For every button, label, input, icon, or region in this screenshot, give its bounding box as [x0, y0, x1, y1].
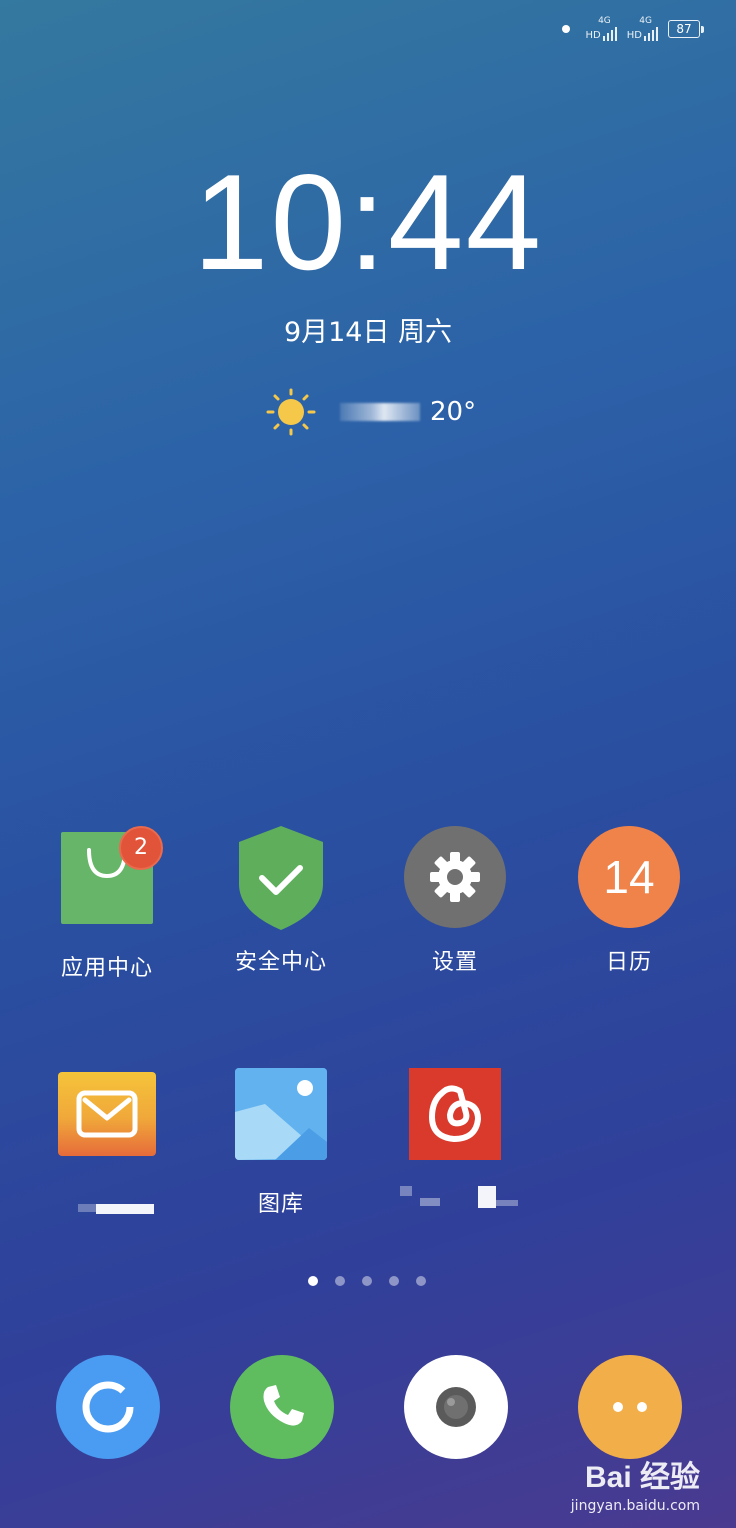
image-icon	[235, 1068, 327, 1160]
gear-icon	[404, 826, 506, 928]
app-label-blurred	[368, 1186, 542, 1214]
shield-icon	[229, 826, 333, 930]
home-screen: HD 4G HD 4G 87 10:44 9月14日 周六 20° 2 应用中心…	[0, 0, 736, 1528]
gallery-icon-box	[229, 1068, 333, 1172]
clock-date[interactable]: 9月14日 周六	[0, 310, 736, 349]
battery-icon: 87	[668, 20, 704, 38]
phone-icon	[263, 1385, 304, 1426]
app-music[interactable]	[368, 1062, 542, 1214]
music-icon-box	[403, 1068, 507, 1172]
city-name-blurred	[340, 403, 420, 421]
browser-icon	[82, 1381, 134, 1433]
page-dot[interactable]	[362, 1276, 372, 1286]
dock-phone[interactable]	[230, 1355, 334, 1459]
app-label: 设置	[431, 950, 478, 975]
page-indicator[interactable]	[308, 1276, 426, 1286]
hd-label-2: HD	[626, 30, 642, 41]
dock-camera[interactable]	[404, 1355, 508, 1459]
app-center-icon: 2	[55, 826, 163, 936]
notification-badge: 2	[119, 826, 163, 870]
watermark-brand: Bai 经验	[584, 1461, 700, 1494]
page-dot[interactable]	[416, 1276, 426, 1286]
dock-browser[interactable]	[56, 1355, 160, 1459]
status-bar: HD 4G HD 4G 87	[561, 14, 704, 44]
battery-level: 87	[668, 20, 700, 38]
page-dot[interactable]	[335, 1276, 345, 1286]
chat-bubble-icon	[613, 1402, 647, 1412]
baidu-watermark: Bai 经验 jingyan.baidu.com	[571, 1452, 700, 1514]
watermark-url: jingyan.baidu.com	[570, 1498, 700, 1514]
app-email[interactable]	[20, 1062, 194, 1218]
sun-icon	[266, 388, 316, 436]
music-note-icon	[409, 1068, 501, 1160]
app-settings[interactable]: 设置	[368, 826, 542, 976]
page-dot[interactable]	[389, 1276, 399, 1286]
app-label: 图库	[257, 1192, 304, 1217]
notification-dot-icon	[561, 25, 570, 33]
settings-icon-box	[403, 826, 507, 930]
app-app-center[interactable]: 2 应用中心	[20, 826, 194, 982]
network-type-2: 4G	[639, 16, 652, 26]
weather-widget[interactable]: 20°	[262, 388, 476, 436]
camera-icon	[436, 1387, 476, 1427]
page-dot-active[interactable]	[308, 1276, 318, 1286]
app-gallery[interactable]: 图库	[194, 1062, 368, 1218]
clock-time[interactable]: 10:44	[0, 152, 736, 292]
temperature: 20°	[430, 397, 477, 427]
mail-icon	[58, 1072, 156, 1156]
app-label: 安全中心	[234, 950, 327, 975]
app-label: 应用中心	[60, 956, 153, 981]
signal-1-icon: HD 4G	[586, 17, 617, 41]
calendar-icon-box: 14	[577, 826, 681, 930]
app-label-blurred	[20, 1190, 194, 1218]
calendar-icon: 14	[578, 826, 680, 928]
app-security-center[interactable]: 安全中心	[194, 826, 368, 976]
app-label: 日历	[605, 950, 652, 975]
hd-label-1: HD	[585, 30, 601, 41]
email-icon-box	[55, 1072, 159, 1176]
signal-2-icon: HD 4G	[627, 17, 658, 41]
network-type-1: 4G	[598, 16, 611, 26]
app-calendar[interactable]: 14 日历	[542, 826, 716, 976]
dock-messages[interactable]	[578, 1355, 682, 1459]
